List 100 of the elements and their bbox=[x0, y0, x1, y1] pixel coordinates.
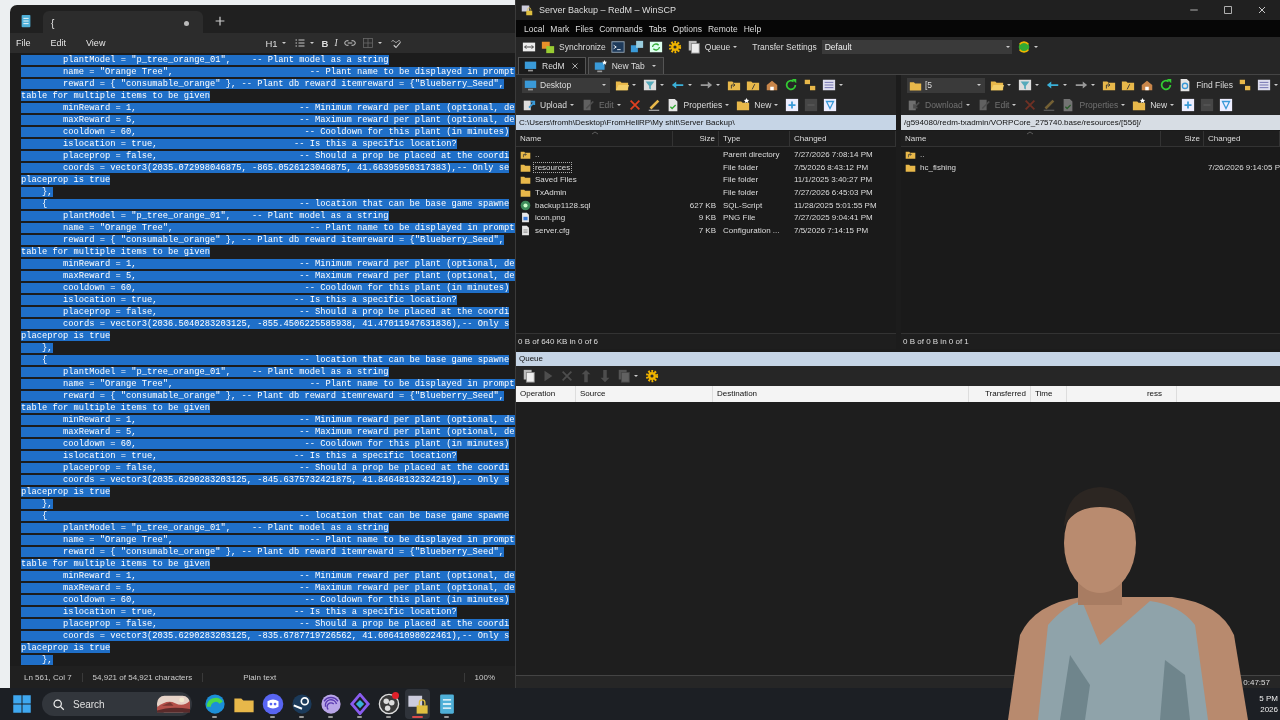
plus-icon[interactable] bbox=[1181, 98, 1196, 112]
refresh-icon[interactable] bbox=[648, 40, 663, 54]
filter-icon[interactable] bbox=[1018, 78, 1033, 92]
terminal-icon[interactable] bbox=[610, 40, 625, 54]
caret-icon[interactable] bbox=[1061, 81, 1070, 89]
home-icon[interactable] bbox=[1140, 78, 1155, 92]
search-bar[interactable]: Search bbox=[42, 692, 192, 716]
pencil-icon[interactable] bbox=[646, 98, 661, 112]
file-name[interactable]: hc_fishing bbox=[918, 161, 959, 173]
column-header[interactable]: Name bbox=[901, 131, 1161, 146]
list-view-icon[interactable] bbox=[822, 78, 836, 92]
menu-item[interactable]: Local bbox=[524, 23, 545, 34]
column-header[interactable]: Transferred bbox=[969, 385, 1031, 402]
tree-icon[interactable] bbox=[803, 78, 817, 92]
gear-icon[interactable] bbox=[645, 368, 659, 383]
column-header[interactable]: Changed bbox=[1204, 131, 1280, 146]
column-header[interactable]: ress bbox=[1067, 385, 1177, 402]
menu-item[interactable]: Files bbox=[575, 23, 594, 34]
location-dropdown[interactable]: Desktop bbox=[522, 77, 610, 93]
refresh-icon[interactable] bbox=[784, 78, 798, 92]
gear-icon[interactable] bbox=[667, 40, 682, 54]
column-header[interactable]: Type bbox=[719, 131, 790, 146]
caret-icon[interactable] bbox=[1089, 81, 1098, 89]
spellcheck-icon[interactable] bbox=[389, 37, 402, 49]
file-name[interactable]: server.cfg bbox=[533, 224, 572, 236]
caret-icon[interactable] bbox=[714, 81, 722, 89]
location-dropdown[interactable]: [5 bbox=[907, 77, 986, 93]
list-view-icon[interactable] bbox=[1257, 78, 1271, 92]
tree-icon[interactable] bbox=[1238, 78, 1252, 92]
caret-icon[interactable] bbox=[731, 43, 740, 51]
column-header[interactable]: Name bbox=[516, 131, 673, 146]
column-header[interactable]: Time bbox=[1031, 385, 1067, 402]
toolbar-button[interactable]: H1 bbox=[265, 37, 278, 49]
caret-icon[interactable] bbox=[1005, 81, 1014, 89]
menu-item[interactable]: Mark bbox=[550, 23, 570, 34]
toolbar-button[interactable]: B bbox=[321, 37, 329, 49]
toolbar-button[interactable]: Synchronize bbox=[541, 40, 606, 54]
menu-item[interactable]: Tabs bbox=[648, 23, 667, 34]
list-icon[interactable] bbox=[293, 37, 306, 49]
sync-icon[interactable] bbox=[1016, 40, 1031, 54]
funnel-icon[interactable] bbox=[823, 98, 838, 112]
menu-item[interactable]: File bbox=[16, 38, 31, 48]
column-header[interactable]: Operation bbox=[516, 385, 576, 402]
link-icon[interactable] bbox=[343, 37, 356, 49]
menu-item[interactable]: View bbox=[86, 38, 106, 48]
caret-icon[interactable] bbox=[658, 81, 666, 89]
caret-icon[interactable] bbox=[1272, 81, 1280, 89]
preset-dropdown[interactable]: Default bbox=[821, 40, 1012, 54]
home-icon[interactable] bbox=[765, 78, 779, 92]
column-header[interactable]: Size bbox=[673, 131, 719, 146]
caret-icon[interactable] bbox=[1168, 101, 1177, 109]
menu-item[interactable]: Help bbox=[743, 23, 762, 34]
delete-icon[interactable] bbox=[627, 98, 642, 112]
menu-item[interactable]: Options bbox=[672, 23, 702, 34]
file-name[interactable]: .. bbox=[533, 148, 542, 160]
caret-icon[interactable] bbox=[723, 101, 732, 109]
tab[interactable]: New Tab bbox=[587, 57, 664, 74]
file-name[interactable]: backup1128.sql bbox=[533, 199, 593, 211]
column-header[interactable]: Source bbox=[576, 385, 713, 402]
close-icon[interactable] bbox=[569, 61, 580, 71]
caret-icon[interactable] bbox=[686, 81, 694, 89]
file-name[interactable]: icon.png bbox=[533, 212, 568, 224]
path-field[interactable]: /g594080/redm-txadmin/VORPCore_275740.base/resources/[556]/ bbox=[901, 115, 1280, 130]
toolbar-button[interactable]: Properties bbox=[665, 98, 723, 112]
file-name[interactable]: resources bbox=[533, 161, 573, 173]
column-header[interactable]: Destination bbox=[713, 385, 969, 402]
toolbar-button[interactable]: I bbox=[334, 38, 338, 48]
toolbar-button[interactable]: New bbox=[1132, 98, 1168, 112]
file-name[interactable]: Saved Files bbox=[533, 174, 579, 186]
tab[interactable]: RedM bbox=[518, 57, 586, 74]
caret-icon[interactable] bbox=[837, 81, 845, 89]
transfer-icon[interactable] bbox=[629, 40, 644, 54]
caret-icon[interactable] bbox=[772, 101, 781, 109]
toolbar-button[interactable]: New bbox=[736, 98, 772, 112]
menu-item[interactable]: Remote bbox=[707, 23, 738, 34]
toolbar-button[interactable]: Queue bbox=[686, 40, 731, 54]
tab[interactable]: { bbox=[43, 11, 203, 35]
toolbar-button[interactable]: Find Files bbox=[1178, 78, 1233, 92]
filter-icon[interactable] bbox=[643, 78, 657, 92]
column-header[interactable]: Size bbox=[1161, 131, 1204, 146]
path-field[interactable]: C:\Users\fromh\Desktop\FromHellRP\My shit\Server Backup\ bbox=[516, 115, 896, 130]
funnel-icon[interactable] bbox=[1219, 98, 1234, 112]
plus-icon[interactable] bbox=[785, 98, 800, 112]
maximize-icon[interactable] bbox=[1222, 4, 1234, 16]
caret-icon[interactable] bbox=[630, 81, 638, 89]
toolbar-button[interactable]: Upload bbox=[522, 98, 567, 112]
documents-icon[interactable] bbox=[522, 368, 536, 383]
menu-item[interactable]: Edit bbox=[50, 38, 67, 48]
file-name[interactable]: TxAdmin bbox=[533, 186, 569, 198]
search-input[interactable]: Search bbox=[71, 697, 151, 711]
arrows-icon[interactable] bbox=[522, 40, 536, 54]
start-icon[interactable] bbox=[12, 694, 32, 714]
refresh-icon[interactable] bbox=[1159, 78, 1174, 92]
caret-icon[interactable] bbox=[1033, 81, 1042, 89]
taskbar-button[interactable] bbox=[405, 689, 430, 719]
file-name[interactable]: .. bbox=[918, 148, 927, 160]
column-header[interactable]: Changed bbox=[790, 131, 896, 146]
file-date: 11/1/2025 3:40:27 PM bbox=[794, 175, 873, 185]
menu-item[interactable]: Commands bbox=[599, 23, 643, 34]
close-icon[interactable] bbox=[1256, 4, 1268, 16]
